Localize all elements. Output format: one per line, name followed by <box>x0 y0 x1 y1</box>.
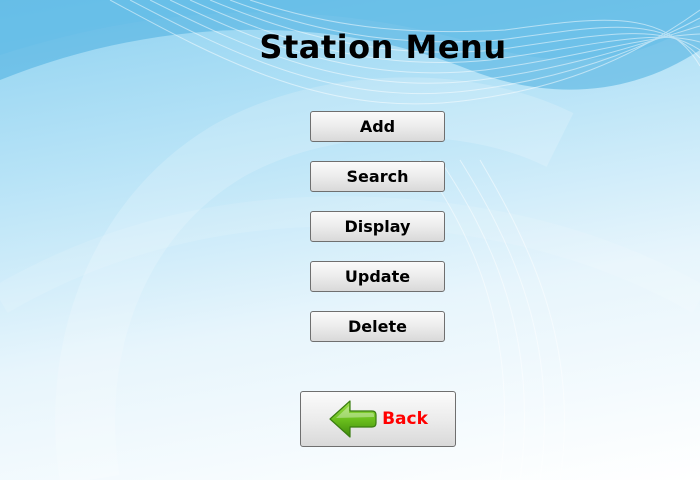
search-button[interactable]: Search <box>310 161 445 192</box>
station-menu-window: Station Menu Add Search Display Update D… <box>0 0 700 480</box>
arrow-left-icon <box>328 398 378 440</box>
back-button[interactable]: Back <box>300 391 456 447</box>
delete-button[interactable]: Delete <box>310 311 445 342</box>
add-button[interactable]: Add <box>310 111 445 142</box>
display-button[interactable]: Display <box>310 211 445 242</box>
update-button[interactable]: Update <box>310 261 445 292</box>
back-label: Back <box>382 409 428 429</box>
page-title: Station Menu <box>259 28 507 66</box>
